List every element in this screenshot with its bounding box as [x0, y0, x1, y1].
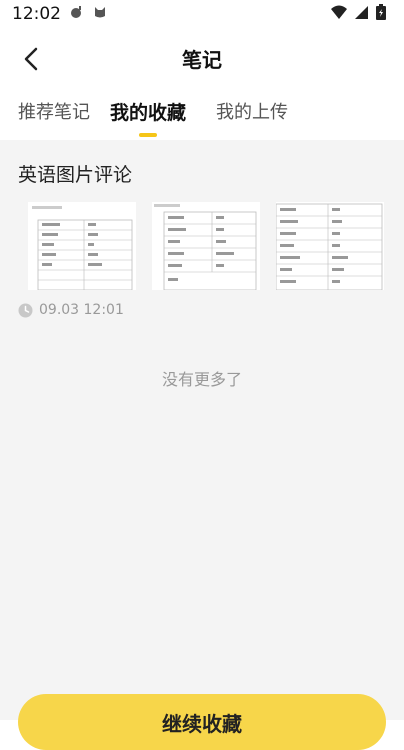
- wifi-icon: [331, 4, 347, 24]
- tab-indicator: [139, 133, 157, 137]
- clock-icon: [18, 303, 33, 317]
- status-right: [331, 3, 386, 25]
- header: 笔记: [0, 28, 404, 88]
- signal-icon: [355, 4, 368, 24]
- battery-icon: [376, 3, 386, 25]
- continue-collect-button[interactable]: 继续收藏: [18, 694, 386, 750]
- note-thumbnail[interactable]: [276, 202, 384, 290]
- note-timestamp: 09.03 12:01: [39, 302, 124, 318]
- note-time-row: 09.03 12:01: [18, 302, 124, 318]
- cat-icon: [93, 4, 107, 24]
- status-left: 12:02: [12, 4, 107, 25]
- note-thumbnail[interactable]: [152, 202, 260, 290]
- tab-bar: 推荐笔记 我的收藏 我的上传: [0, 88, 404, 140]
- bomb-icon: [69, 4, 85, 25]
- status-time: 12:02: [12, 4, 61, 24]
- chevron-left-icon: [24, 47, 38, 71]
- note-thumbnails: [28, 202, 388, 292]
- note-title: 英语图片评论: [18, 164, 133, 186]
- list-end-text: 没有更多了: [161, 370, 242, 389]
- note-thumbnail[interactable]: [28, 202, 136, 290]
- note-card[interactable]: 英语图片评论 09.03 12:01: [0, 142, 404, 330]
- tab-recommended[interactable]: 推荐笔记: [18, 98, 90, 124]
- tab-uploads[interactable]: 我的上传: [216, 98, 288, 124]
- tab-favorites[interactable]: 我的收藏: [110, 98, 186, 125]
- page-title: 笔记: [182, 47, 222, 72]
- status-bar: 12:02: [0, 0, 404, 28]
- content-area: 英语图片评论 09.03 12:01 没有更多了: [0, 140, 404, 720]
- back-button[interactable]: [14, 42, 48, 76]
